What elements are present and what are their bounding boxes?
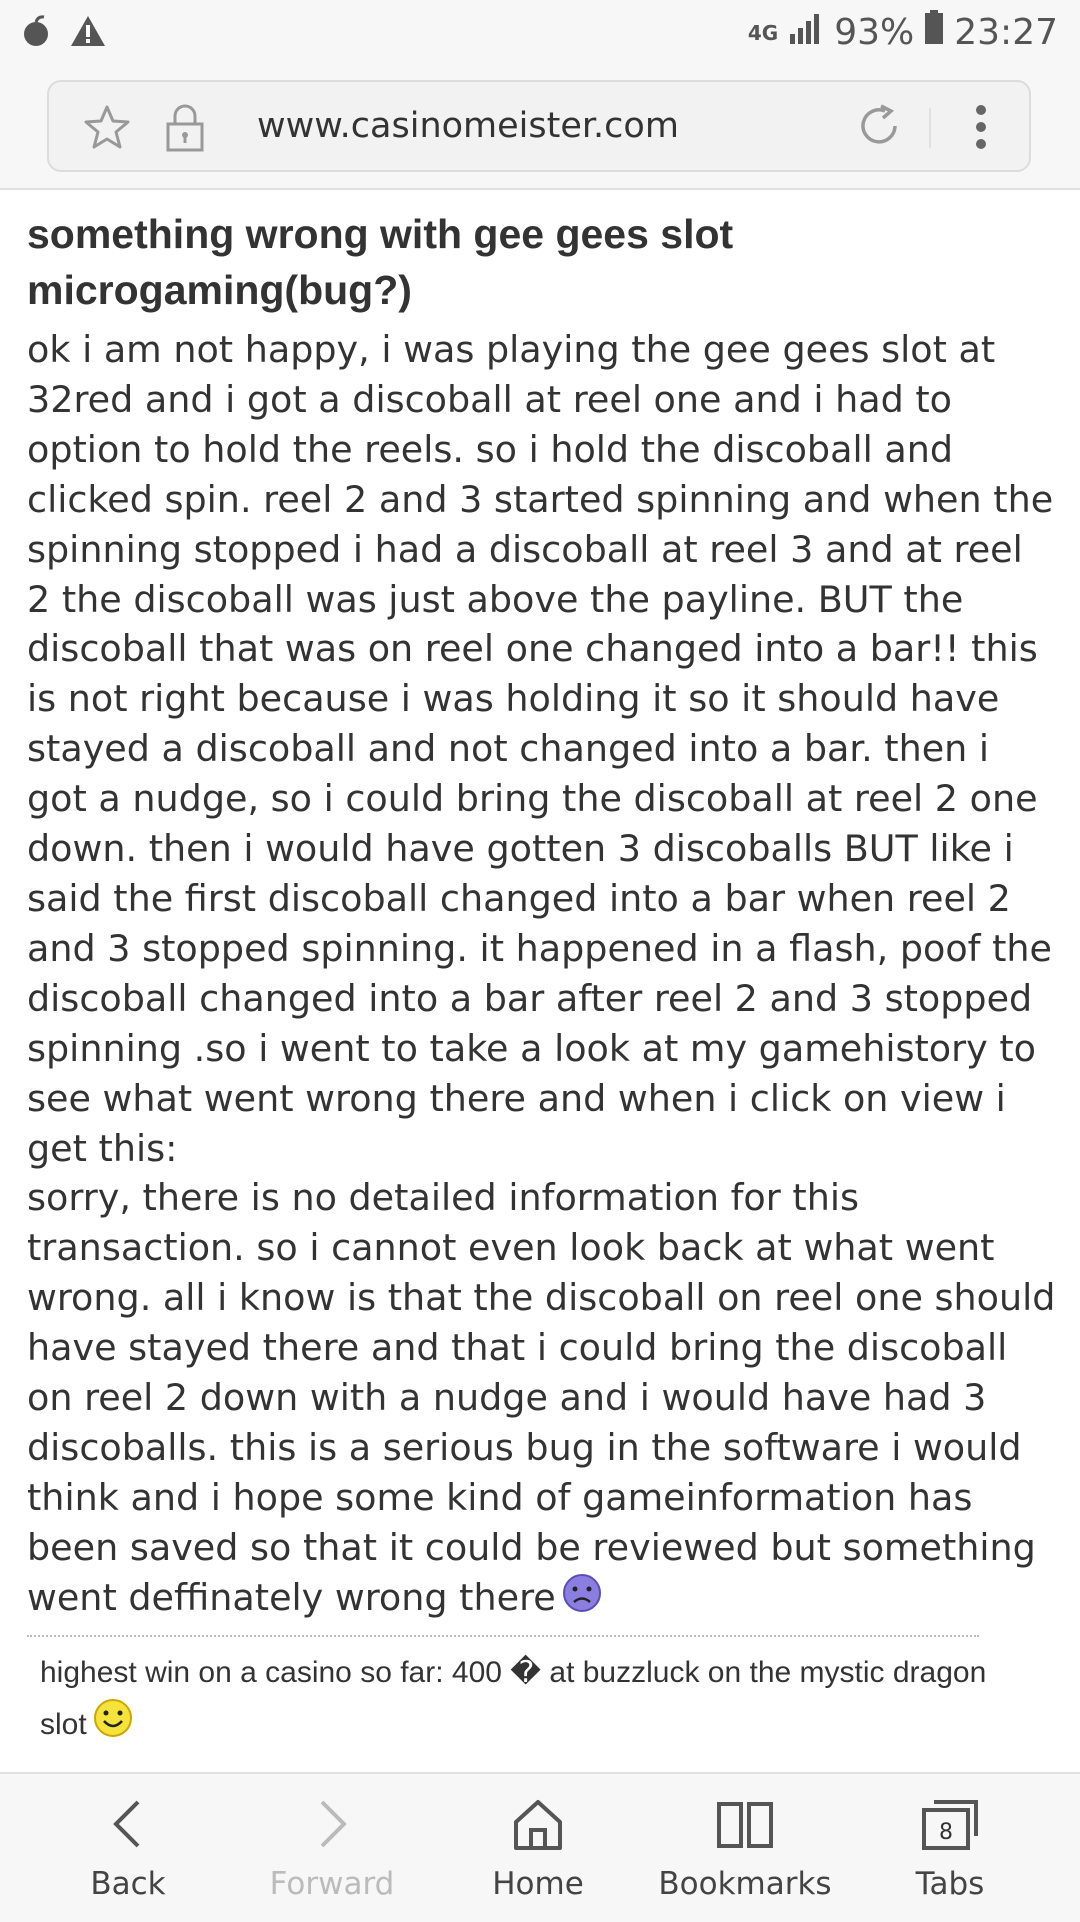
post-paragraph-2-text: sorry, there is no detailed information … <box>27 1176 1056 1619</box>
browser-toolbar: www.casinomeister.com <box>0 66 1080 190</box>
toolbar-divider <box>929 108 931 148</box>
open-book-icon <box>715 1794 775 1854</box>
post-title: something wrong with gee gees slot micro… <box>27 211 734 313</box>
back-button[interactable]: Back <box>28 1774 228 1922</box>
warning-icon <box>70 15 106 52</box>
status-bar: 4G 93% 23:27 <box>0 0 1080 66</box>
more-options-icon[interactable] <box>975 104 987 155</box>
signature-divider <box>27 1635 979 1637</box>
tabs-label: Tabs <box>915 1866 985 1902</box>
tabs-icon: 8 <box>920 1794 980 1854</box>
home-button[interactable]: Home <box>438 1774 638 1922</box>
smile-emoji-icon <box>93 1698 133 1754</box>
battery-icon <box>924 10 944 55</box>
star-icon[interactable] <box>83 104 131 155</box>
bookmarks-label: Bookmarks <box>658 1866 832 1902</box>
chevron-left-icon <box>98 1794 158 1854</box>
tabs-button[interactable]: 8 Tabs <box>850 1774 1050 1922</box>
signal-icon <box>788 11 824 55</box>
post-paragraph-1: ok i am not happy, i was playing the gee… <box>27 328 1054 1170</box>
signature: highest win on a casino so far: 400 � at… <box>40 1648 1000 1754</box>
url-text[interactable]: www.casinomeister.com <box>257 106 679 146</box>
post-body: ok i am not happy, i was playing the gee… <box>27 325 1057 1626</box>
forward-button[interactable]: Forward <box>232 1774 432 1922</box>
home-icon <box>508 1794 568 1854</box>
lock-icon[interactable] <box>165 102 205 157</box>
bottom-navigation: Back Forward Home Bookmarks 8 Tabs <box>0 1772 1080 1922</box>
home-label: Home <box>492 1866 584 1902</box>
back-label: Back <box>90 1866 166 1902</box>
status-right: 4G 93% 23:27 <box>748 10 1058 55</box>
battery-percent: 93% <box>834 11 915 53</box>
page-content: something wrong with gee gees slot micro… <box>0 190 1080 1770</box>
frown-emoji-icon <box>562 1573 602 1626</box>
reload-icon[interactable] <box>855 102 903 155</box>
clock: 23:27 <box>954 11 1058 53</box>
bomb-notification-icon <box>22 14 52 53</box>
chevron-right-icon <box>302 1794 362 1854</box>
address-bar[interactable]: www.casinomeister.com <box>47 80 1031 172</box>
bookmarks-button[interactable]: Bookmarks <box>645 1774 845 1922</box>
tabs-count: 8 <box>939 1820 953 1845</box>
network-type: 4G <box>747 20 779 45</box>
forward-label: Forward <box>269 1866 395 1902</box>
status-left-icons <box>22 14 106 53</box>
signature-text: highest win on a casino so far: 400 � at… <box>40 1656 987 1741</box>
post-paragraph-2: sorry, there is no detailed information … <box>27 1173 1057 1625</box>
